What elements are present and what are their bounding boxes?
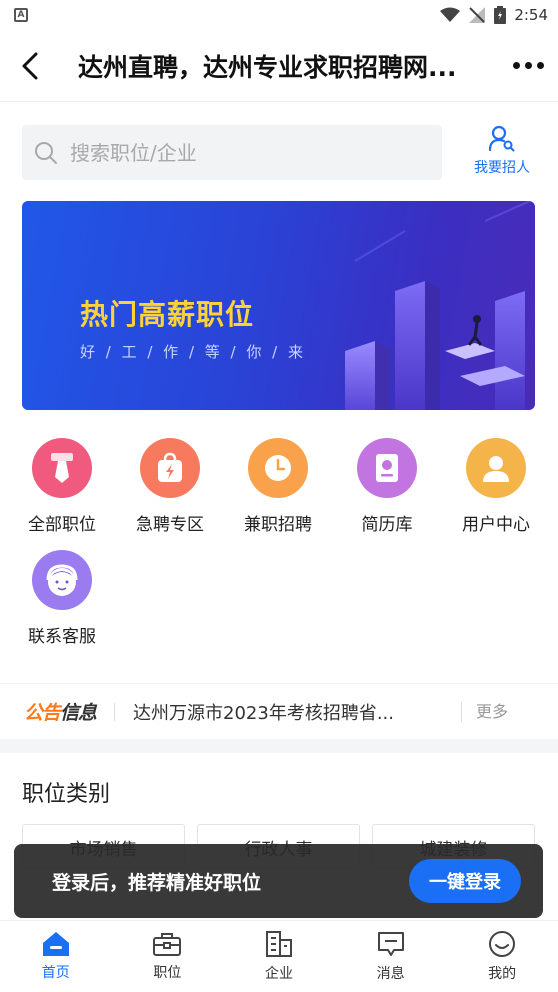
city-buildings-illustration: [345, 201, 531, 410]
back-button[interactable]: [0, 30, 60, 102]
feature-urgent-jobs[interactable]: 急聘专区: [120, 438, 220, 548]
announcement-text[interactable]: 达州万源市2023年考核招聘省...: [133, 699, 433, 725]
status-bar: A 2:54: [0, 0, 558, 30]
nav-profile[interactable]: 我的: [446, 921, 558, 992]
page-title: 达州直聘，达州专业求职招聘网...: [78, 52, 457, 82]
feature-label: 用户中心: [462, 515, 530, 535]
customer-service-icon: [32, 550, 92, 610]
status-time: 2:54: [514, 6, 548, 24]
nav-messages[interactable]: 消息: [335, 921, 447, 992]
more-dot: [536, 62, 544, 69]
banner-title: 热门高薪职位: [80, 298, 255, 331]
announcement-logo-part1: 公告: [24, 702, 61, 724]
feature-label: 简历库: [361, 515, 413, 535]
feature-all-jobs[interactable]: 全部职位: [12, 438, 112, 548]
login-prompt-banner: 登录后，推荐精准好职位 一键登录: [14, 844, 543, 918]
clock-icon: [248, 438, 308, 498]
nav-jobs[interactable]: 职位: [112, 921, 224, 992]
user-icon: [466, 438, 526, 498]
search-icon: [35, 141, 57, 164]
recruit-label: 我要招人: [474, 160, 530, 176]
section-divider: [0, 739, 558, 753]
announcement-bar[interactable]: 公告信息 达州万源市2023年考核招聘省... 更多: [0, 683, 558, 739]
search-bar[interactable]: [22, 125, 442, 180]
battery-icon: [494, 6, 507, 24]
search-input[interactable]: [70, 140, 410, 165]
status-icons: 2:54: [440, 6, 548, 24]
building-icon: [265, 931, 292, 957]
feature-label: 急聘专区: [136, 515, 204, 535]
recruit-button[interactable]: 我要招人: [462, 120, 542, 182]
top-app-bar: 达州直聘，达州专业求职招聘网...: [0, 30, 558, 102]
one-click-login-button[interactable]: 一键登录: [409, 859, 521, 903]
banner-subtitle: 好 / 工 / 作 / 等 / 你 / 来: [80, 343, 306, 361]
briefcase-icon: [153, 933, 182, 956]
bag-lightning-icon: [140, 438, 200, 498]
nav-companies[interactable]: 企业: [223, 921, 335, 992]
feature-label: 全部职位: [28, 515, 96, 535]
more-dot: [524, 62, 532, 69]
profile-icon: [489, 931, 516, 957]
announcement-logo: 公告信息: [24, 698, 97, 725]
job-categories-title: 职位类别: [22, 782, 111, 807]
no-signal-icon: [469, 7, 486, 23]
resume-icon: [357, 438, 417, 498]
nav-label: 消息: [376, 966, 405, 982]
more-dots-icon: [512, 62, 520, 69]
recruit-user-search-icon: [488, 125, 515, 152]
feature-label: 联系客服: [28, 627, 96, 647]
feature-label: 兼职招聘: [244, 515, 312, 535]
feature-customer-service[interactable]: 联系客服: [12, 550, 112, 660]
nav-label: 职位: [153, 965, 182, 981]
message-icon: [377, 932, 404, 956]
feature-resume-library[interactable]: 简历库: [337, 438, 437, 548]
login-prompt-text: 登录后，推荐精准好职位: [52, 871, 262, 894]
a-icon: A: [14, 8, 28, 22]
nav-home[interactable]: 首页: [0, 921, 112, 992]
announcement-logo-part2: 信息: [60, 702, 97, 724]
bottom-nav: 首页 职位 企业 消息 我的: [0, 920, 558, 992]
wifi-icon: [440, 7, 461, 22]
nav-label: 我的: [488, 966, 517, 982]
announcement-more-link[interactable]: 更多: [461, 701, 508, 722]
tie-icon: [32, 438, 92, 498]
more-button[interactable]: [498, 30, 558, 102]
nav-label: 首页: [41, 965, 70, 981]
nav-label: 企业: [264, 966, 293, 982]
feature-part-time[interactable]: 兼职招聘: [228, 438, 328, 548]
feature-user-center[interactable]: 用户中心: [446, 438, 546, 548]
home-icon: [42, 932, 69, 956]
chevron-left-icon: [22, 52, 38, 79]
promo-banner[interactable]: 热门高薪职位 好 / 工 / 作 / 等 / 你 / 来: [22, 201, 535, 410]
divider: [114, 702, 116, 721]
